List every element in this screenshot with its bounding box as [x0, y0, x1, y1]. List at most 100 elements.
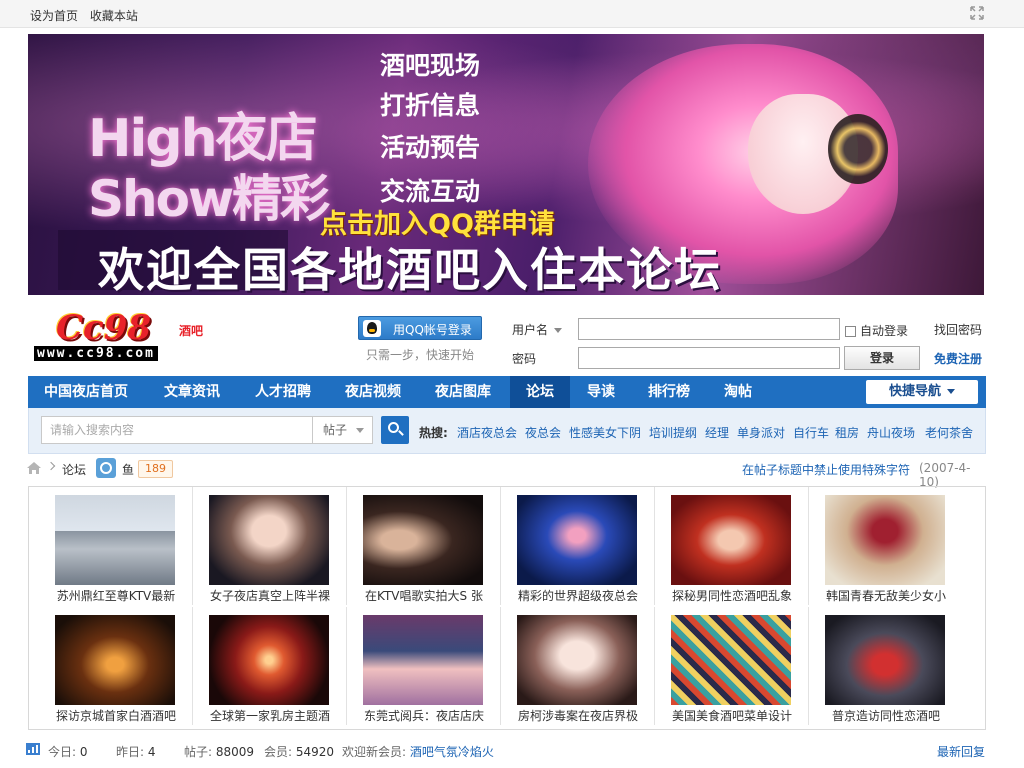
- nav-item-home[interactable]: 中国夜店首页: [28, 376, 144, 408]
- search-input[interactable]: 请输入搜索内容: [41, 416, 313, 444]
- bar-chart-icon: [26, 743, 40, 755]
- gallery-item[interactable]: 苏州鼎红至尊KTV最新: [39, 487, 193, 605]
- gallery-thumbnail[interactable]: [209, 615, 329, 705]
- qq-login-label: 用QQ帐号登录: [393, 323, 472, 337]
- nav-item-gallery[interactable]: 夜店图库: [420, 376, 506, 408]
- hot-search-link[interactable]: 老何茶舍: [925, 424, 973, 441]
- banner-logo-line2: Show精彩: [88, 170, 330, 228]
- nav-item-forum[interactable]: 论坛: [510, 376, 570, 408]
- banner-menu-item: 酒吧现场: [380, 51, 481, 80]
- latest-replies-link[interactable]: 最新回复: [937, 743, 985, 760]
- breadcrumb: 论坛 鱼 189 在帖子标题中禁止使用特殊字符 (2007-4-10): [26, 458, 986, 489]
- username-label[interactable]: 用户名: [512, 321, 563, 338]
- nav-item-guide[interactable]: 导读: [574, 376, 628, 408]
- bookmark-link[interactable]: 收藏本站: [90, 9, 138, 23]
- gallery-thumbnail[interactable]: [55, 615, 175, 705]
- qq-login-tip: 只需一步，快速开始: [366, 348, 475, 362]
- logo-url: www.cc98.com: [34, 346, 158, 361]
- checkbox-icon: [845, 326, 856, 337]
- find-password-link[interactable]: 找回密码: [934, 321, 982, 338]
- gallery-item[interactable]: 女子夜店真空上阵半裸: [193, 487, 347, 605]
- stat-posts: 帖子: 88009: [184, 745, 255, 759]
- gallery-item[interactable]: 探访京城首家白酒酒吧: [39, 607, 193, 725]
- gallery-caption[interactable]: 全球第一家乳房主题酒: [199, 707, 341, 724]
- hot-search-link[interactable]: 培训提纲: [649, 424, 697, 441]
- gallery-thumbnail[interactable]: [55, 495, 175, 585]
- register-link[interactable]: 免费注册: [934, 350, 982, 367]
- hot-search-link[interactable]: 经理: [705, 424, 729, 441]
- hot-search-link[interactable]: 夜总会: [525, 424, 561, 441]
- breadcrumb-forum[interactable]: 论坛: [62, 461, 86, 478]
- banner-menu-item: 打折信息: [380, 91, 481, 120]
- username-input[interactable]: [578, 318, 840, 340]
- quick-nav-button[interactable]: 快捷导航: [866, 380, 978, 404]
- gallery-item[interactable]: 在KTV唱歌实拍大S 张: [347, 487, 501, 605]
- gallery-thumbnail[interactable]: [671, 615, 791, 705]
- gallery-item[interactable]: 韩国青春无敌美少女小: [809, 487, 963, 605]
- stat-yesterday: 昨日: 4: [116, 745, 156, 759]
- gallery-thumbnail[interactable]: [671, 495, 791, 585]
- gallery-caption[interactable]: 女子夜店真空上阵半裸: [199, 587, 341, 604]
- banner-ad[interactable]: High夜店 Show精彩 酒吧现场 打折信息 活动预告 交流互动 点击加入QQ…: [28, 34, 984, 295]
- hot-search-link[interactable]: 单身派对: [737, 424, 785, 441]
- gallery-caption[interactable]: 探访京城首家白酒酒吧: [45, 707, 187, 724]
- site-logo[interactable]: Cc98 酒吧 www.cc98.com: [34, 308, 220, 364]
- nav-item-jobs[interactable]: 人才招聘: [240, 376, 326, 408]
- gallery-thumbnail[interactable]: [517, 495, 637, 585]
- qq-login-button[interactable]: 用QQ帐号登录: [358, 316, 482, 340]
- gallery-thumbnail[interactable]: [517, 615, 637, 705]
- hot-search-link[interactable]: 租房: [835, 424, 859, 441]
- gallery-caption[interactable]: 普京造访同性恋酒吧: [815, 707, 957, 724]
- nav-item-articles[interactable]: 文章资讯: [146, 376, 238, 408]
- search-button[interactable]: [381, 416, 409, 444]
- breadcrumb-separator: [46, 461, 56, 471]
- gallery-caption[interactable]: 房柯涉毒案在夜店界极: [507, 707, 649, 724]
- top-links: 设为首页 收藏本站: [30, 7, 146, 24]
- gallery-caption[interactable]: 韩国青春无敌美少女小: [815, 587, 957, 604]
- image-gallery: 苏州鼎红至尊KTV最新 女子夜店真空上阵半裸 在KTV唱歌实拍大S 张 精彩的世…: [28, 486, 986, 730]
- gallery-thumbnail[interactable]: [363, 615, 483, 705]
- home-icon[interactable]: [26, 461, 42, 475]
- new-member-link[interactable]: 酒吧气氛冷焰火: [410, 745, 494, 759]
- chevron-down-icon: [947, 389, 955, 394]
- gallery-caption[interactable]: 东莞式阅兵：夜店店庆: [353, 707, 495, 724]
- gallery-item[interactable]: 东莞式阅兵：夜店店庆: [347, 607, 501, 725]
- qq-icon: [363, 320, 381, 337]
- gallery-item[interactable]: 探秘男同性恋酒吧乱象: [655, 487, 809, 605]
- gallery-thumbnail[interactable]: [825, 615, 945, 705]
- hot-search-link[interactable]: 性感美女下阴: [569, 424, 641, 441]
- gallery-caption[interactable]: 精彩的世界超级夜总会: [507, 587, 649, 604]
- main-nav: 中国夜店首页 文章资讯 人才招聘 夜店视频 夜店图库 论坛 导读 排行榜 淘帖 …: [28, 376, 986, 408]
- set-home-link[interactable]: 设为首页: [30, 9, 78, 23]
- top-bar: 设为首页 收藏本站: [0, 0, 1024, 28]
- hot-search-link[interactable]: 自行车: [793, 424, 829, 441]
- gallery-item[interactable]: 美国美食酒吧菜单设计: [655, 607, 809, 725]
- notice-link[interactable]: 在帖子标题中禁止使用特殊字符: [742, 461, 910, 478]
- hot-search-link[interactable]: 酒店夜总会: [457, 424, 517, 441]
- gallery-item[interactable]: 房柯涉毒案在夜店界极: [501, 607, 655, 725]
- nav-item-taotie[interactable]: 淘帖: [708, 376, 768, 408]
- gallery-item[interactable]: 普京造访同性恋酒吧: [809, 607, 963, 725]
- gallery-item[interactable]: 全球第一家乳房主题酒: [193, 607, 347, 725]
- breadcrumb-board[interactable]: 鱼: [122, 461, 134, 478]
- nav-item-videos[interactable]: 夜店视频: [330, 376, 416, 408]
- gallery-thumbnail[interactable]: [363, 495, 483, 585]
- chevron-down-icon: [554, 328, 563, 333]
- gallery-caption[interactable]: 美国美食酒吧菜单设计: [661, 707, 803, 724]
- search-bar: 请输入搜索内容 帖子 热搜: 酒店夜总会 夜总会 性感美女下阴 培训提纲 经理 …: [28, 408, 986, 454]
- gallery-caption[interactable]: 探秘男同性恋酒吧乱象: [661, 587, 803, 604]
- fullscreen-icon[interactable]: [970, 6, 984, 20]
- hot-search-link[interactable]: 舟山夜场: [867, 424, 915, 441]
- search-type-select[interactable]: 帖子: [313, 416, 373, 444]
- gallery-thumbnail[interactable]: [209, 495, 329, 585]
- login-button[interactable]: 登录: [844, 346, 920, 370]
- password-input[interactable]: [578, 347, 840, 369]
- password-label: 密码: [512, 352, 537, 366]
- hot-search-label: 热搜:: [419, 426, 448, 440]
- auto-login-checkbox[interactable]: 自动登录: [845, 322, 908, 339]
- gallery-thumbnail[interactable]: [825, 495, 945, 585]
- nav-item-ranking[interactable]: 排行榜: [632, 376, 706, 408]
- gallery-caption[interactable]: 在KTV唱歌实拍大S 张: [353, 587, 495, 604]
- gallery-caption[interactable]: 苏州鼎红至尊KTV最新: [45, 587, 187, 604]
- gallery-item[interactable]: 精彩的世界超级夜总会: [501, 487, 655, 605]
